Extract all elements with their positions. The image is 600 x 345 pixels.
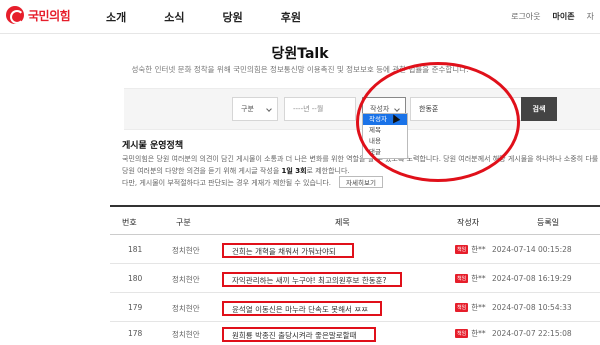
row-category: 정치현안	[172, 275, 200, 284]
row-date: 2024-07-08 16:19:29	[492, 274, 572, 283]
policy-title: 게시물 운영정책	[122, 141, 184, 151]
row-title-link[interactable]: 윤석열 이동신은 마누라 단속도 못해서 ㅉㅉ	[222, 301, 382, 316]
col-number: 번호	[122, 218, 137, 227]
row-number: 181	[128, 245, 143, 254]
policy-limit: 1일 3회	[281, 167, 307, 175]
table-row[interactable]: 179 정치현안 윤석열 이동신은 마누라 단속도 못해서 ㅉㅉ 책임 한** 2…	[110, 293, 600, 322]
member-badge: 책임	[455, 329, 469, 338]
col-author: 작성자	[457, 218, 480, 227]
date-select-value: ----년 --월	[293, 105, 324, 113]
chevron-down-icon	[266, 106, 272, 112]
myzone-link[interactable]: 마이존	[553, 11, 575, 22]
row-date: 2024-07-08 10:54:33	[492, 303, 572, 312]
party-logo-icon	[6, 6, 24, 24]
row-author-name: 한**	[471, 274, 486, 283]
member-badge: 책임	[455, 303, 469, 312]
row-number: 180	[128, 274, 143, 283]
site-header: 국민의힘 소개 소식 당원 후원 로그아웃 마이존 자	[0, 0, 600, 34]
nav-item-news[interactable]: 소식	[164, 9, 184, 25]
row-category: 정치현안	[172, 304, 200, 313]
row-date: 2024-07-14 00:15:28	[492, 245, 572, 254]
row-author-name: 한**	[471, 303, 486, 312]
table-row[interactable]: 180 정치현안 자익관리하는 새끼 누구야! 최고의원후보 한동훈? 책임 한*…	[110, 264, 600, 293]
table-row[interactable]: 181 정치현안 건희는 개혁을 채워서 가둬놔야되 책임 한** 2024-07…	[110, 235, 600, 264]
member-badge: 책임	[455, 245, 469, 254]
row-number: 178	[128, 329, 143, 338]
search-button[interactable]: 검색	[521, 97, 557, 121]
nav-item-donate[interactable]: 후원	[281, 9, 301, 25]
category-select-value: 구분	[241, 105, 254, 113]
col-category: 구분	[176, 218, 191, 227]
main-nav: 소개 소식 당원 후원	[106, 9, 339, 25]
utility-links: 로그아웃 마이존 자	[511, 11, 594, 22]
site-logo[interactable]: 국민의힘	[6, 6, 71, 24]
row-author: 책임 한**	[455, 273, 486, 284]
detail-button[interactable]: 자세히보기	[339, 176, 383, 188]
row-author: 책임 한**	[455, 244, 486, 255]
policy-line-2-pre: 당원 여러분의 다양한 의견을 듣기 위해 게시글 작성을	[122, 167, 282, 175]
policy-line-1: 국민의힘은 당원 여러분의 의견이 담긴 게시물이 소통과 더 나은 변화를 위…	[122, 155, 600, 163]
row-title-link[interactable]: 자익관리하는 새끼 누구야! 최고의원후보 한동훈?	[222, 272, 402, 287]
row-category: 정치현안	[172, 246, 200, 255]
row-author-name: 한**	[471, 329, 486, 338]
row-author: 책임 한**	[455, 328, 486, 339]
row-category: 정치현안	[172, 330, 200, 339]
annotation-circle	[356, 62, 520, 182]
row-date: 2024-07-07 22:15:08	[492, 329, 572, 338]
row-author-name: 한**	[471, 245, 486, 254]
table-header: 번호 구분 제목 작성자 등록일	[110, 205, 600, 235]
nav-item-about[interactable]: 소개	[106, 9, 126, 25]
row-number: 179	[128, 303, 143, 312]
category-select[interactable]: 구분	[232, 97, 278, 121]
policy-line-2-post: 로 제한합니다.	[306, 167, 350, 175]
logout-link[interactable]: 로그아웃	[511, 11, 540, 22]
policy-line-2: 당원 여러분의 다양한 의견을 듣기 위해 게시글 작성을 1일 3회로 제한합…	[122, 166, 350, 176]
col-title: 제목	[335, 218, 350, 227]
row-author: 책임 한**	[455, 302, 486, 313]
col-date: 등록일	[537, 218, 560, 227]
row-title-link[interactable]: 건희는 개혁을 채워서 가둬놔야되	[222, 243, 354, 258]
row-title-link[interactable]: 원희룡 박종진 출당시켜라 좋은말로할때	[222, 327, 376, 342]
page-title: 당원Talk	[271, 46, 329, 62]
policy-line-3: 다만, 게시물이 부적절하다고 판단되는 경우 게재가 제한될 수 있습니다.	[122, 179, 332, 187]
table-row[interactable]: 178 정치현안 원희룡 박종진 출당시켜라 좋은말로할때 책임 한** 2024…	[110, 319, 600, 345]
nav-item-members[interactable]: 당원	[223, 9, 243, 25]
logo-text: 국민의힘	[28, 8, 71, 23]
page-description: 성숙한 인터넷 문화 정착을 위해 국민의힘은 정보통신망 이용촉진 및 정보보…	[131, 65, 469, 74]
date-select[interactable]: ----년 --월	[284, 97, 356, 121]
util-link-more[interactable]: 자	[587, 11, 594, 22]
member-badge: 책임	[455, 274, 469, 283]
